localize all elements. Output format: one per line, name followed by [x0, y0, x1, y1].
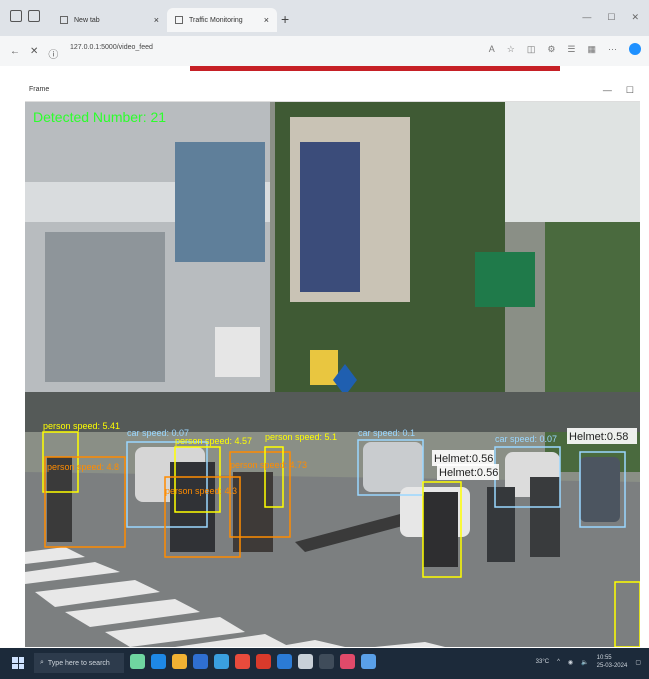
browser-tab-bar: New tab × Traffic Monitoring × + — ☐ ✕ — [0, 0, 649, 36]
toolbar-icons: A ☆ ◫ ⚙ ☰ ▦ ⋯ — [489, 43, 641, 55]
address-bar-row: ← ✕ ⓘ 127.0.0.1:5000/video_feed A ☆ ◫ ⚙ … — [0, 36, 649, 66]
label-person-6: person speed: 5.1 — [265, 432, 337, 442]
page-header-strip — [0, 66, 649, 74]
rider-4 — [423, 492, 458, 567]
search-icon: ⌕ — [40, 659, 44, 666]
label-car-2: car speed: 0.1 — [358, 428, 415, 438]
clock-time: 10:55 — [596, 655, 612, 661]
favorite-star-icon[interactable]: ☆ — [507, 44, 515, 55]
video-feed: Detected Number: 21 person speed: 5.41 p… — [25, 102, 640, 647]
file-explorer-icon[interactable] — [172, 654, 187, 669]
windows-taskbar: ⌕ Type here to search 33°C ^ ◉ 🔈 10:55 2… — [0, 648, 649, 679]
frame-window-title: Frame — [29, 86, 50, 93]
label-helmet-1: Helmet:0.56 — [434, 453, 493, 465]
edge-icon[interactable] — [151, 654, 166, 669]
info-icon[interactable]: ⓘ — [48, 46, 58, 61]
label-helmet-3: Helmet:0.58 — [569, 431, 628, 443]
car-white-center — [363, 442, 423, 492]
detected-count: Detected Number: 21 — [33, 109, 166, 125]
traffic-scene: Detected Number: 21 person speed: 5.41 p… — [25, 102, 640, 647]
building-lower — [45, 232, 165, 382]
navigation-buttons: ← ✕ ⓘ — [10, 46, 58, 61]
window-menu — [10, 10, 40, 22]
windows-start-icon[interactable] — [12, 657, 24, 669]
app-icon[interactable] — [340, 654, 355, 669]
car-dark-right — [580, 457, 620, 522]
building-glass — [175, 142, 265, 262]
app-icon[interactable] — [130, 654, 145, 669]
taskbar-apps — [130, 654, 376, 669]
store-icon[interactable] — [193, 654, 208, 669]
tab-label: Traffic Monitoring — [189, 16, 243, 24]
extensions-icon[interactable]: ⚙ — [547, 44, 555, 55]
frame-window-controls: — ☐ — [603, 85, 634, 96]
close-page-icon[interactable]: ✕ — [30, 46, 38, 61]
rider-3 — [233, 472, 273, 552]
frame-maximize-icon[interactable]: ☐ — [626, 85, 634, 96]
volume-icon[interactable]: 🔈 — [581, 659, 588, 666]
notifications-icon[interactable]: ▢ — [635, 659, 641, 666]
vscode-icon[interactable] — [277, 654, 292, 669]
label-person-4: person speed: 4.3 — [165, 486, 237, 496]
tab-traffic-monitoring[interactable]: Traffic Monitoring × — [167, 8, 277, 32]
maximize-icon[interactable]: ☐ — [607, 12, 615, 23]
temperature[interactable]: 33°C — [536, 659, 549, 665]
tab-favicon — [175, 16, 183, 24]
window-controls: — ☐ ✕ — [582, 12, 639, 23]
clock[interactable]: 10:55 25-03-2024 — [597, 654, 628, 670]
close-icon[interactable]: ✕ — [631, 12, 639, 23]
rider-2 — [170, 462, 215, 552]
sky — [495, 102, 640, 222]
split-screen-icon[interactable]: ◫ — [527, 44, 536, 55]
label-person-3: person speed: 4.57 — [175, 436, 252, 446]
label-person-5: person speed: 4.73 — [230, 460, 307, 470]
rider-5 — [487, 487, 515, 562]
taskbar-search[interactable]: ⌕ Type here to search — [34, 653, 124, 673]
tab-new-tab[interactable]: New tab × — [52, 8, 167, 32]
clock-date: 25-03-2024 — [596, 663, 628, 669]
terminal-icon[interactable] — [319, 654, 334, 669]
app-red-icon[interactable] — [256, 654, 271, 669]
frame-minimize-icon[interactable]: — — [603, 85, 612, 96]
more-icon[interactable]: ⋯ — [608, 44, 617, 55]
label-helmet-2: Helmet:0.56 — [439, 467, 498, 479]
url-field[interactable]: 127.0.0.1:5000/video_feed — [70, 44, 153, 51]
direction-sign — [475, 252, 535, 307]
network-icon[interactable]: ◉ — [568, 659, 573, 666]
tab-favicon — [60, 16, 68, 24]
profile-icon[interactable] — [10, 10, 22, 22]
chrome-icon[interactable] — [235, 654, 250, 669]
system-tray: 33°C ^ ◉ 🔈 10:55 25-03-2024 ▢ — [536, 654, 641, 670]
label-person-1: person speed: 5.41 — [43, 421, 120, 431]
read-aloud-icon[interactable]: A — [489, 44, 495, 54]
minimize-icon[interactable]: — — [582, 12, 591, 23]
tab-close-icon[interactable]: × — [264, 15, 269, 25]
mail-icon[interactable] — [214, 654, 229, 669]
shop-sign — [215, 327, 260, 377]
favorites-icon[interactable]: ☰ — [567, 44, 575, 55]
frame-window-titlebar: Frame — ☐ — [25, 80, 640, 102]
label-car-3: car speed: 0.07 — [495, 434, 557, 444]
collections-icon[interactable]: ▦ — [587, 44, 596, 55]
tray-chevron-icon[interactable]: ^ — [557, 659, 560, 665]
search-placeholder: Type here to search — [47, 659, 110, 667]
billboard-image — [300, 142, 360, 292]
rider-6 — [530, 477, 560, 557]
new-tab-button[interactable]: + — [281, 11, 289, 27]
tab-close-icon[interactable]: × — [154, 15, 159, 25]
copilot-icon[interactable] — [629, 43, 641, 55]
app-icon[interactable] — [361, 654, 376, 669]
label-person-2: person speed: 4.8 — [47, 462, 119, 472]
app-icon[interactable] — [298, 654, 313, 669]
tab-label: New tab — [74, 16, 100, 24]
back-icon[interactable]: ← — [10, 46, 20, 61]
tab-actions-icon[interactable] — [28, 10, 40, 22]
